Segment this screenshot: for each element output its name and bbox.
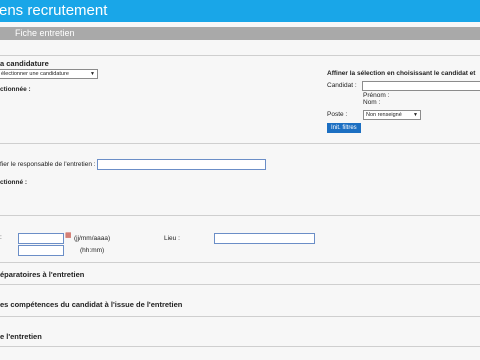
calendar-icon[interactable]: ▦	[65, 231, 72, 239]
lieu-label: Lieu :	[164, 235, 180, 242]
nom-label: Nom :	[363, 99, 381, 106]
time-format-hint: (hh:mm)	[80, 247, 105, 254]
chevron-down-icon: ▼	[413, 112, 418, 118]
divider	[0, 215, 480, 216]
responsable-selected-label: ctionné :	[0, 179, 28, 186]
time-input[interactable]	[18, 245, 64, 256]
init-filters-button[interactable]: Init. filtres	[327, 123, 361, 133]
section-competences[interactable]: es compétences du candidat à l'issue de …	[0, 300, 182, 309]
divider	[0, 346, 480, 347]
section-header: Fiche entretien	[0, 27, 480, 40]
chevron-down-icon: ▼	[90, 71, 95, 77]
section-preparatoires[interactable]: éparatoires à l'entretien	[0, 270, 84, 279]
poste-select[interactable]: Non renseigné ▼	[363, 110, 421, 120]
responsable-label: fier le responsable de l'entretien :	[0, 161, 96, 168]
poste-select-value: Non renseigné	[366, 112, 402, 118]
candidat-label: Candidat :	[327, 82, 357, 89]
section-title: Fiche entretien	[15, 28, 75, 38]
candidature-select-value: électionner une candidature	[1, 71, 69, 77]
date-label: :	[0, 234, 2, 241]
section-entretien[interactable]: e l'entretien	[0, 332, 42, 341]
lieu-input[interactable]	[214, 233, 315, 244]
candidature-heading: a candidature	[0, 59, 49, 68]
responsable-input[interactable]	[97, 159, 266, 170]
divider	[0, 262, 480, 263]
app-title: ens recrutement	[0, 2, 108, 19]
candidat-search-input[interactable]	[362, 81, 480, 91]
app-header: ens recrutement	[0, 0, 480, 22]
divider	[0, 143, 480, 144]
date-input[interactable]	[18, 233, 64, 244]
divider	[0, 316, 480, 317]
poste-label: Poste :	[327, 111, 348, 118]
divider	[0, 284, 480, 285]
date-format-hint: (jj/mm/aaaa)	[74, 235, 111, 242]
candidature-selected-label: ctionnée :	[0, 86, 31, 93]
divider	[0, 55, 480, 56]
prenom-label: Prénom :	[363, 92, 390, 99]
candidature-select[interactable]: électionner une candidature ▼	[0, 69, 98, 79]
filter-heading: Affiner la sélection en choisissant le c…	[327, 70, 476, 77]
